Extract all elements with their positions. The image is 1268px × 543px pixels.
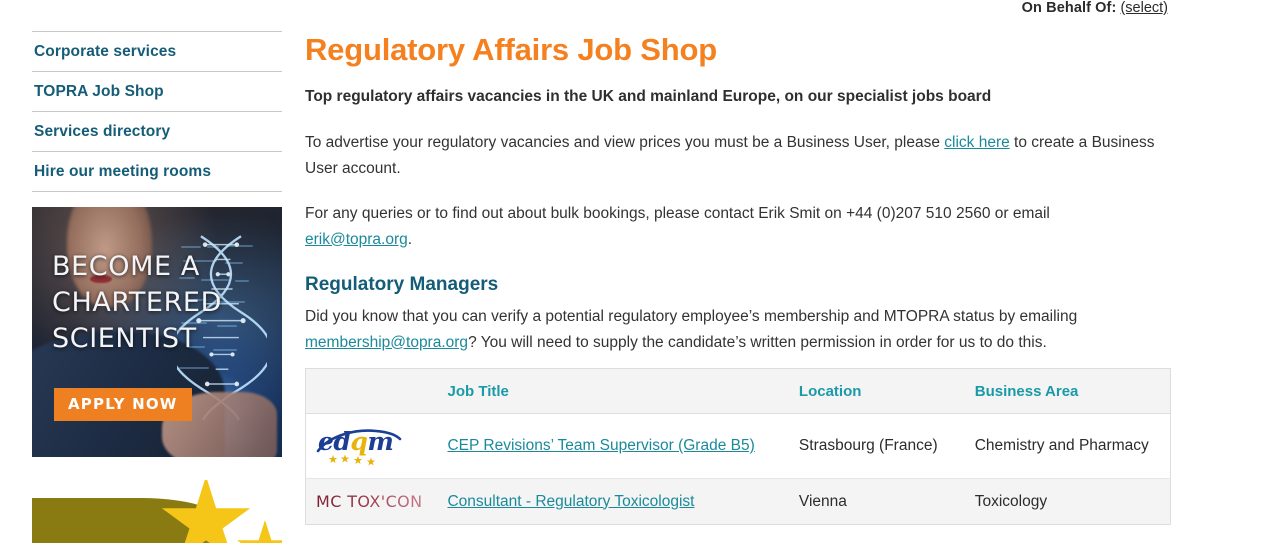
column-header-business-area[interactable]: Business Area [964,368,1171,414]
row-job-title-cell: Consultant - Regulatory Toxicologist [437,478,789,525]
on-behalf-of-bar: On Behalf Of: (select) [0,0,1268,22]
table-row: MC TOX'CON Consultant - Regulatory Toxic… [305,478,1171,525]
apply-now-button[interactable]: APPLY NOW [54,388,192,421]
column-header-job-title[interactable]: Job Title [437,368,789,414]
sidebar-item-hire-meeting-rooms[interactable]: Hire our meeting rooms [32,152,282,192]
row-logo-cell: MC TOX'CON [305,478,438,525]
membership-email-link[interactable]: membership@topra.org [305,334,468,351]
row-business-area-cell: Chemistry and Pharmacy [964,413,1171,479]
business-user-text-before: To advertise your regulatory vacancies a… [305,134,945,151]
sidebar-nav: Corporate services TOPRA Job Shop Servic… [32,31,282,192]
row-location-cell: Vienna [788,478,965,525]
banner-headline-line-1: BECOME A [52,251,200,282]
row-business-area-cell: Toxicology [964,478,1171,525]
page-title: Regulatory Affairs Job Shop [305,32,717,67]
jobs-table-body: edqm CEP Revisions’ Team Supervisor (Gra… [305,413,1171,525]
chartered-scientist-banner-ad[interactable]: BECOME A CHARTERED SCIENTIST APPLY NOW [32,207,282,457]
edqm-wordmark: edqm [318,427,394,456]
job-title-link[interactable]: Consultant - Regulatory Toxicologist [447,493,694,510]
row-location-cell: Strasbourg (France) [788,413,965,479]
column-header-logo [305,368,438,414]
banner-headline: BECOME A CHARTERED SCIENTIST [52,249,252,357]
sidebar-item-corporate-services[interactable]: Corporate services [32,32,282,72]
queries-text-before: For any queries or to find out about bul… [305,205,1050,222]
business-user-paragraph: To advertise your regulatory vacancies a… [305,130,1155,181]
edqm-logo-icon: edqm [316,427,402,466]
edqm-stars-icon [328,454,376,466]
star-banner-partial[interactable] [32,480,282,543]
page-root: On Behalf Of: (select) Corporate service… [0,0,1268,543]
row-job-title-cell: CEP Revisions’ Team Supervisor (Grade B5… [437,413,789,479]
table-row: edqm CEP Revisions’ Team Supervisor (Gra… [305,413,1171,479]
on-behalf-of-select-link[interactable]: (select) [1120,0,1168,16]
main-content: Regulatory Affairs Job Shop Top regulato… [305,30,1185,375]
jobs-table: Job Title Location Business Area edqm CE… [305,368,1171,525]
star-icon-small [237,520,282,543]
sidebar: Corporate services TOPRA Job Shop Servic… [32,31,282,192]
regulatory-managers-paragraph: Did you know that you can verify a poten… [305,304,1155,355]
jobs-table-header-row: Job Title Location Business Area [305,368,1171,414]
mctoxcon-logo-icon: MC TOX'CON [316,492,427,511]
queries-paragraph: For any queries or to find out about bul… [305,201,1155,252]
queries-text-after: . [407,230,413,248]
erik-email-link[interactable]: erik@topra.org [305,231,408,248]
regulatory-managers-heading: Regulatory Managers [305,274,499,295]
row-logo-cell: edqm [305,413,438,479]
managers-text-before: Did you know that you can verify a poten… [305,308,1078,325]
column-header-location[interactable]: Location [788,368,965,414]
on-behalf-of-label: On Behalf Of: [1021,0,1117,16]
banner-headline-line-2: CHARTERED [52,287,222,318]
sidebar-item-topra-job-shop[interactable]: TOPRA Job Shop [32,72,282,112]
sidebar-item-services-directory[interactable]: Services directory [32,112,282,152]
jobs-table-container: Job Title Location Business Area edqm CE… [305,368,1171,525]
banner-headline-line-3: SCIENTIST [52,323,197,354]
managers-text-after: ? You will need to supply the candidate’… [468,333,1047,351]
jobs-table-head: Job Title Location Business Area [305,368,1171,414]
click-here-link[interactable]: click here [944,134,1009,151]
page-subtitle: Top regulatory affairs vacancies in the … [305,88,992,105]
job-title-link[interactable]: CEP Revisions’ Team Supervisor (Grade B5… [447,437,754,454]
